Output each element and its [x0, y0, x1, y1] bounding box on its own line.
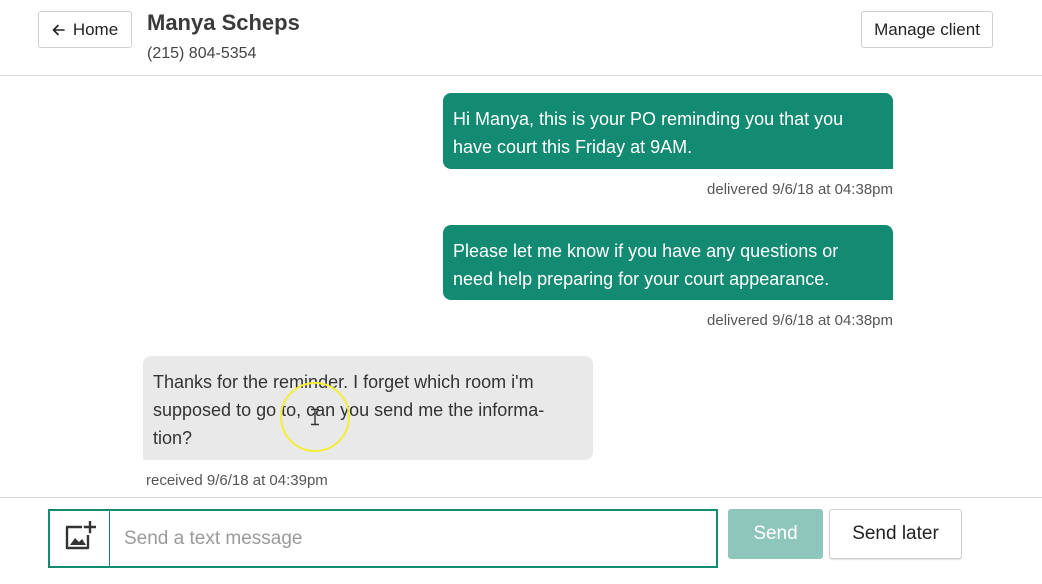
send-later-button[interactable]: Send later	[829, 509, 962, 559]
conversation-header: Home Manya Scheps (215) 804-5354 Manage …	[0, 0, 1042, 76]
received-message-bubble: Thanks for the reminder. I forget which …	[143, 356, 593, 460]
message-status: delivered 9/6/18 at 04:38pm	[707, 312, 893, 329]
client-name: Manya Scheps	[147, 10, 300, 35]
add-image-icon	[64, 520, 96, 556]
home-button[interactable]: Home	[38, 11, 132, 48]
client-phone: (215) 804-5354	[147, 45, 257, 62]
send-button[interactable]: Send	[728, 509, 823, 559]
message-thread[interactable]: Hi Manya, this is your PO reminding you …	[0, 77, 1042, 497]
message-input[interactable]	[109, 509, 718, 568]
manage-client-button[interactable]: Manage client	[861, 11, 993, 48]
arrow-left-icon	[52, 24, 65, 36]
attach-image-button[interactable]	[48, 509, 110, 568]
message-status: received 9/6/18 at 04:39pm	[146, 472, 328, 489]
message-status: delivered 9/6/18 at 04:38pm	[707, 181, 893, 198]
sent-message-bubble: Please let me know if you have any quest…	[443, 225, 893, 300]
sent-message-bubble: Hi Manya, this is your PO reminding you …	[443, 93, 893, 169]
home-button-label: Home	[72, 19, 119, 39]
